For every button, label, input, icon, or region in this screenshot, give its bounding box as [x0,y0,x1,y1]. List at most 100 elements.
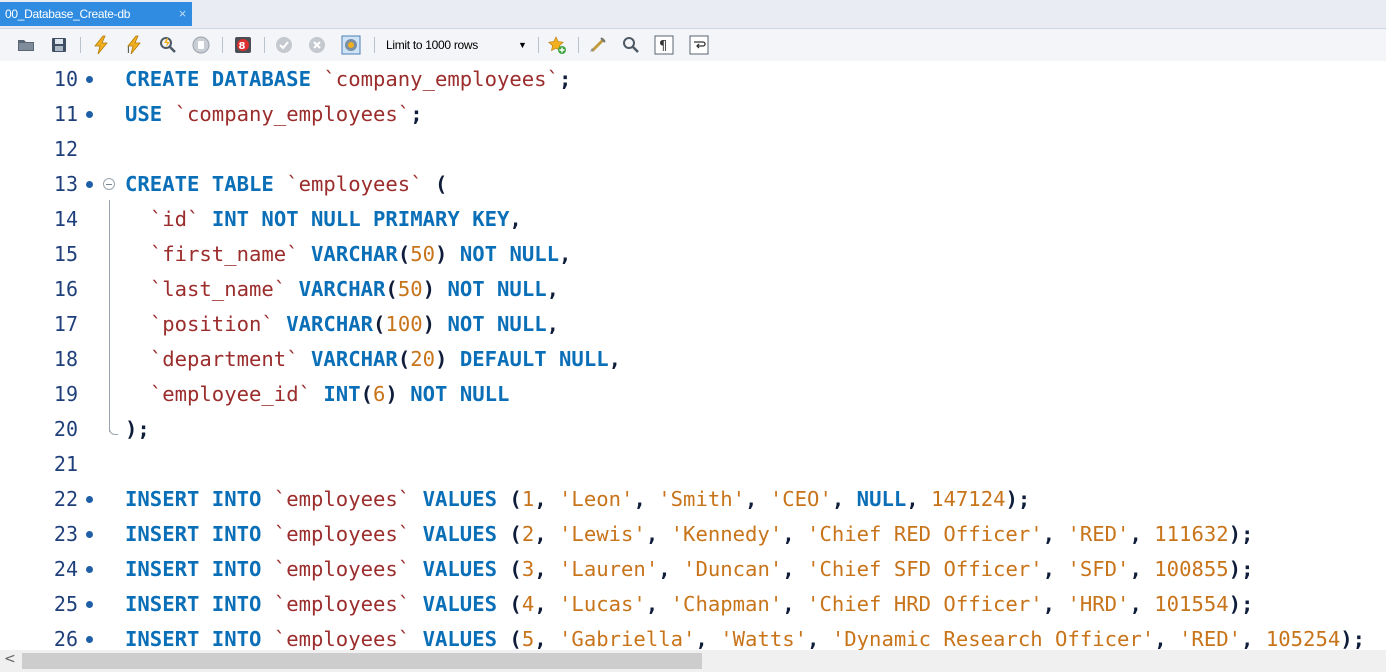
punctuation-token: ; [410,102,423,126]
code-text[interactable]: CREATE DATABASE `company_employees`; [125,62,571,97]
stop-icon[interactable] [191,35,211,55]
chevron-down-icon[interactable]: ▼ [518,35,527,55]
code-text[interactable]: `last_name` VARCHAR(50) NOT NULL, [125,272,559,307]
punctuation-token: , [534,487,547,511]
statement-marker-icon [86,601,93,608]
identifier-token: `employees` [273,522,411,546]
number-literal-token: 1 [521,487,535,511]
sql-editor[interactable]: 10 CREATE DATABASE `company_employees`; 11… [0,61,1386,650]
add-snippet-icon[interactable] [547,35,567,55]
open-sql-file-icon[interactable] [16,35,36,55]
invisible-chars-icon[interactable]: ¶ [654,35,674,55]
code-line[interactable]: 14 `id` INT NOT NULL PRIMARY KEY, [0,202,1386,237]
code-line[interactable]: 11 USE `company_employees`; [0,97,1386,132]
close-tab-icon[interactable]: × [179,2,187,26]
execute-all-icon[interactable] [91,35,111,55]
keyword-token: INSERT INTO [125,627,262,650]
find-icon[interactable] [621,35,641,55]
punctuation-token: ( [435,172,448,196]
number-literal-token: 101554 [1154,592,1229,616]
svg-text:¶: ¶ [659,39,667,54]
save-file-icon[interactable] [49,35,69,55]
code-line[interactable]: 25 INSERT INTO `employees` VALUES (4, 'Lu… [0,587,1386,622]
code-text[interactable]: INSERT INTO `employees` VALUES (1, 'Leon… [125,482,1030,517]
code-text[interactable]: `position` VARCHAR(100) NOT NULL, [125,307,559,342]
code-line[interactable]: 23 INSERT INTO `employees` VALUES (2, 'Le… [0,517,1386,552]
code-text[interactable]: INSERT INTO `employees` VALUES (3, 'Laur… [125,552,1253,587]
code-text[interactable]: `employee_id` INT(6) NOT NULL [125,377,510,412]
line-number: 25 [53,592,78,616]
punctuation-token: , [1042,592,1056,616]
identifier-token: `company_employees` [323,67,559,91]
code-line[interactable]: 18 `department` VARCHAR(20) DEFAULT NULL… [0,342,1386,377]
keyword-token: DEFAULT NULL [459,347,609,371]
keyword-token: USE [125,102,163,126]
code-text[interactable]: `department` VARCHAR(20) DEFAULT NULL, [125,342,621,377]
code-line[interactable]: 26 INSERT INTO `employees` VALUES (5, 'Ga… [0,622,1386,650]
explain-icon[interactable] [158,35,178,55]
word-wrap-icon[interactable] [689,35,709,55]
auto-commit-icon[interactable] [341,35,361,55]
code-line[interactable]: 19 `employee_id` INT(6) NOT NULL [0,377,1386,412]
code-line[interactable]: 17 `position` VARCHAR(100) NOT NULL, [0,307,1386,342]
beautify-icon[interactable] [588,35,608,55]
string-literal-token: 'Chief RED Officer' [807,522,1043,546]
horizontal-scrollbar[interactable]: < [0,650,1386,672]
punctuation-token: , [534,592,547,616]
code-text[interactable]: `first_name` VARCHAR(50) NOT NULL, [125,237,572,272]
code-line[interactable]: 21 [0,447,1386,482]
scrollbar-thumb[interactable] [22,653,702,669]
punctuation-token: ( [509,627,522,650]
number-literal-token: 100855 [1154,557,1229,581]
string-literal-token: 'Gabriella' [559,627,696,650]
punctuation-token: ( [509,487,522,511]
commit-icon[interactable] [274,35,294,55]
code-line[interactable]: 20); [0,412,1386,447]
toggle-error-stop-icon[interactable]: 8 [233,35,253,55]
code-text[interactable]: CREATE TABLE `employees` ( [125,167,447,202]
code-line[interactable]: 16 `last_name` VARCHAR(50) NOT NULL, [0,272,1386,307]
string-literal-token: 'Watts' [720,627,808,650]
code-text[interactable]: `id` INT NOT NULL PRIMARY KEY, [125,202,522,237]
identifier-token: `position` [149,312,274,336]
punctuation-token: , [534,627,547,650]
code-line[interactable]: 10 CREATE DATABASE `company_employees`; [0,62,1386,97]
punctuation-token: ( [509,592,522,616]
scroll-left-arrow-icon[interactable]: < [4,651,16,667]
limit-rows-select[interactable]: Limit to 1000 rows ▼ [383,35,535,55]
collapse-fold-icon[interactable] [103,178,115,190]
rollback-icon[interactable] [307,35,327,55]
tab-database-create-db[interactable]: 00_Database_Create-db × [0,2,192,26]
line-number: 12 [53,137,78,161]
punctuation-token: , [1241,627,1254,650]
keyword-token: INSERT INTO [125,487,262,511]
punctuation-token: , [1042,522,1056,546]
code-line[interactable]: 15 `first_name` VARCHAR(50) NOT NULL, [0,237,1386,272]
statement-marker-icon [86,181,93,188]
code-text[interactable]: INSERT INTO `employees` VALUES (2, 'Lewi… [125,517,1253,552]
code-text[interactable]: INSERT INTO `employees` VALUES (5, 'Gabr… [125,622,1365,650]
code-line[interactable]: 12 [0,132,1386,167]
code-line[interactable]: 22 INSERT INTO `employees` VALUES (1, 'Le… [0,482,1386,517]
code-text[interactable]: USE `company_employees`; [125,97,423,132]
code-text[interactable]: ); [125,412,150,447]
code-text[interactable]: INSERT INTO `employees` VALUES (4, 'Luca… [125,587,1253,622]
code-line[interactable]: 24 INSERT INTO `employees` VALUES (3, 'La… [0,552,1386,587]
execute-selection-icon[interactable]: I [124,35,144,55]
code-line[interactable]: 13 CREATE TABLE `employees` ( [0,167,1386,202]
